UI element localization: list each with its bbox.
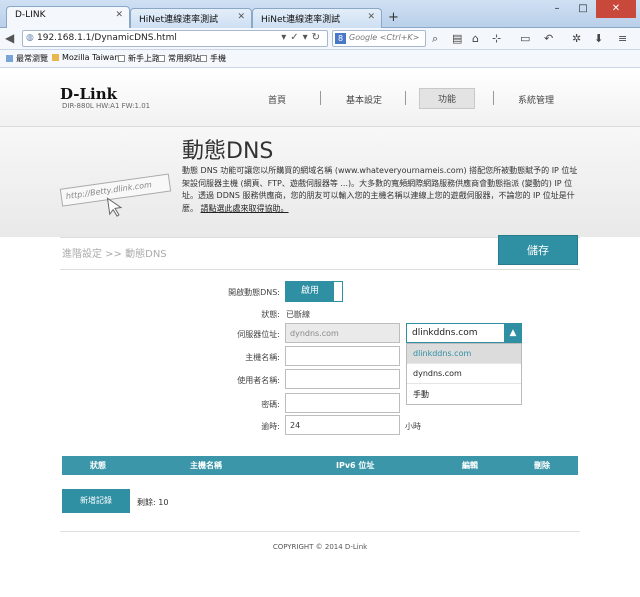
url-bar-icons[interactable]: ▾✓▾↻: [281, 32, 324, 43]
menu-system-management[interactable]: 系統管理: [518, 93, 554, 106]
page-icon: [200, 55, 207, 62]
crop-icon[interactable]: ⊹: [492, 32, 501, 45]
timeout-input[interactable]: 24: [285, 415, 400, 435]
server-address-label: 伺服器位址:: [237, 330, 280, 339]
home-icon[interactable]: ⌂: [472, 32, 479, 45]
tab-close-icon[interactable]: ✕: [367, 12, 375, 22]
status-value: 已斷線: [286, 310, 310, 319]
timeout-label: 逾時:: [261, 422, 280, 431]
close-window-button[interactable]: ✕: [596, 0, 636, 18]
server-option-dlinkddns[interactable]: dlinkddns.com: [407, 344, 521, 364]
search-placeholder: Google <Ctrl+K>: [349, 33, 420, 42]
menu-home[interactable]: 首頁: [268, 93, 286, 106]
tab-hinet-2[interactable]: HiNet連線速率測試 ✕: [252, 8, 382, 28]
tab-label: HiNet連線速率測試: [139, 15, 219, 25]
menu-features[interactable]: 功能: [419, 88, 476, 109]
password-label: 密碼:: [261, 400, 280, 409]
menu-separator: [405, 91, 406, 105]
browser-tab-bar: D-LINK ✕ HiNet連線速率測試 ✕ HiNet連線速率測試 ✕ + –…: [0, 0, 640, 29]
router-header: D-Link DIR-880L HW:A1 FW:1.01 首頁 基本設定 功能…: [0, 69, 640, 127]
divider: [60, 269, 580, 270]
bookmark-icon: [6, 55, 13, 62]
column-status: 狀態: [90, 461, 106, 470]
column-ipv6-address: IPv6 位址: [336, 461, 375, 470]
bookmark-mobile[interactable]: 手機: [200, 53, 226, 64]
chevron-up-icon[interactable]: ▲: [504, 323, 522, 343]
bookmarks-bar: 最常瀏覽 Mozilla Taiwan 新手上路 常用網站 手機: [0, 50, 640, 68]
browser-nav-bar: ◀ ◍ 192.168.1.1/DynamicDNS.html ▾✓▾↻ 8 G…: [0, 28, 640, 50]
tab-label: HiNet連線速率測試: [261, 15, 341, 25]
bookmark-getting-started[interactable]: 新手上路: [118, 53, 160, 64]
search-go-icon[interactable]: ⌕: [432, 32, 438, 46]
add-record-button[interactable]: 新增記錄: [62, 489, 130, 513]
window-controls: – □ ✕: [544, 0, 636, 18]
server-select-value: dlinkddns.com: [412, 328, 478, 338]
address-bar[interactable]: ◍ 192.168.1.1/DynamicDNS.html ▾✓▾↻: [22, 30, 328, 47]
breadcrumb: 進階設定 >> 動態DNS: [62, 249, 167, 260]
tab-dlink[interactable]: D-LINK ✕: [6, 6, 130, 29]
url-text: 192.168.1.1/DynamicDNS.html: [37, 33, 177, 43]
undo-icon[interactable]: ↶: [544, 32, 553, 45]
bookmark-most-visited[interactable]: 最常瀏覽: [6, 53, 48, 64]
model-info: DIR-880L HW:A1 FW:1.01: [62, 102, 151, 110]
status-label: 狀態:: [261, 310, 280, 319]
save-button[interactable]: 儲存: [498, 235, 578, 265]
bookmark-mozilla[interactable]: Mozilla Taiwan: [52, 53, 119, 62]
page-icon: [158, 55, 165, 62]
google-icon: 8: [335, 33, 346, 44]
globe-icon: ◍: [26, 33, 34, 43]
enable-ddns-toggle[interactable]: 啟用: [285, 281, 343, 302]
dlink-logo: D-Link: [60, 85, 118, 103]
cursor-icon: [106, 197, 123, 217]
tab-hinet-1[interactable]: HiNet連線速率測試 ✕: [130, 8, 252, 28]
host-name-input[interactable]: [285, 346, 400, 366]
router-page: D-Link DIR-880L HW:A1 FW:1.01 首頁 基本設定 功能…: [0, 69, 640, 597]
chat-icon[interactable]: ▭: [520, 32, 530, 45]
search-input[interactable]: 8 Google <Ctrl+K>: [332, 30, 426, 47]
folder-icon: [52, 54, 59, 61]
page-icon: [118, 55, 125, 62]
enable-ddns-label: 開啟動態DNS:: [228, 288, 280, 297]
download-icon[interactable]: ⬇: [594, 32, 603, 45]
remaining-count: 剩餘: 10: [137, 498, 169, 507]
server-option-dyndns[interactable]: dyndns.com: [407, 364, 521, 384]
bookmark-list-icon[interactable]: ▤: [452, 32, 462, 45]
column-host-name: 主機名稱: [190, 461, 222, 470]
server-option-manual[interactable]: 手動: [407, 384, 521, 404]
tab-close-icon[interactable]: ✕: [237, 12, 245, 22]
tab-close-icon[interactable]: ✕: [115, 10, 123, 20]
server-address-input: dyndns.com: [285, 323, 400, 343]
host-name-label: 主機名稱:: [245, 353, 280, 362]
menu-separator: [493, 91, 494, 105]
menu-separator: [320, 91, 321, 105]
column-delete: 刪除: [534, 461, 550, 470]
username-input[interactable]: [285, 369, 400, 389]
page-title: 動態DNS: [182, 139, 274, 164]
toggle-state: 啟用: [286, 282, 334, 301]
page-description: 動態 DNS 功能可讓您以所購買的網域名稱 (www.whateveryourn…: [182, 165, 582, 215]
column-edit: 編輯: [462, 461, 478, 470]
footer-divider: [60, 531, 580, 532]
server-dropdown-menu: dlinkddns.com dyndns.com 手動: [406, 343, 522, 405]
minimize-button[interactable]: –: [544, 0, 570, 18]
ddns-table-header: 狀態 主機名稱 IPv6 位址 編輯 刪除: [62, 456, 578, 475]
maximize-button[interactable]: □: [570, 0, 596, 18]
copyright: COPYRIGHT © 2014 D-Link: [272, 543, 368, 551]
menu-icon[interactable]: ≡: [618, 32, 627, 45]
menu-basic-settings[interactable]: 基本設定: [346, 93, 382, 106]
timeout-unit: 小時: [405, 422, 421, 431]
back-icon[interactable]: ◀: [5, 31, 14, 45]
bookmark-common-sites[interactable]: 常用網站: [158, 53, 200, 64]
password-input[interactable]: [285, 393, 400, 413]
new-tab-button[interactable]: +: [388, 10, 399, 25]
username-label: 使用者名稱:: [237, 376, 280, 385]
puzzle-icon[interactable]: ✲: [572, 32, 581, 45]
help-link[interactable]: 請點選此處來取得協助。: [201, 204, 289, 213]
server-select[interactable]: dlinkddns.com ▲: [406, 323, 522, 343]
tab-label: D-LINK: [15, 10, 46, 20]
